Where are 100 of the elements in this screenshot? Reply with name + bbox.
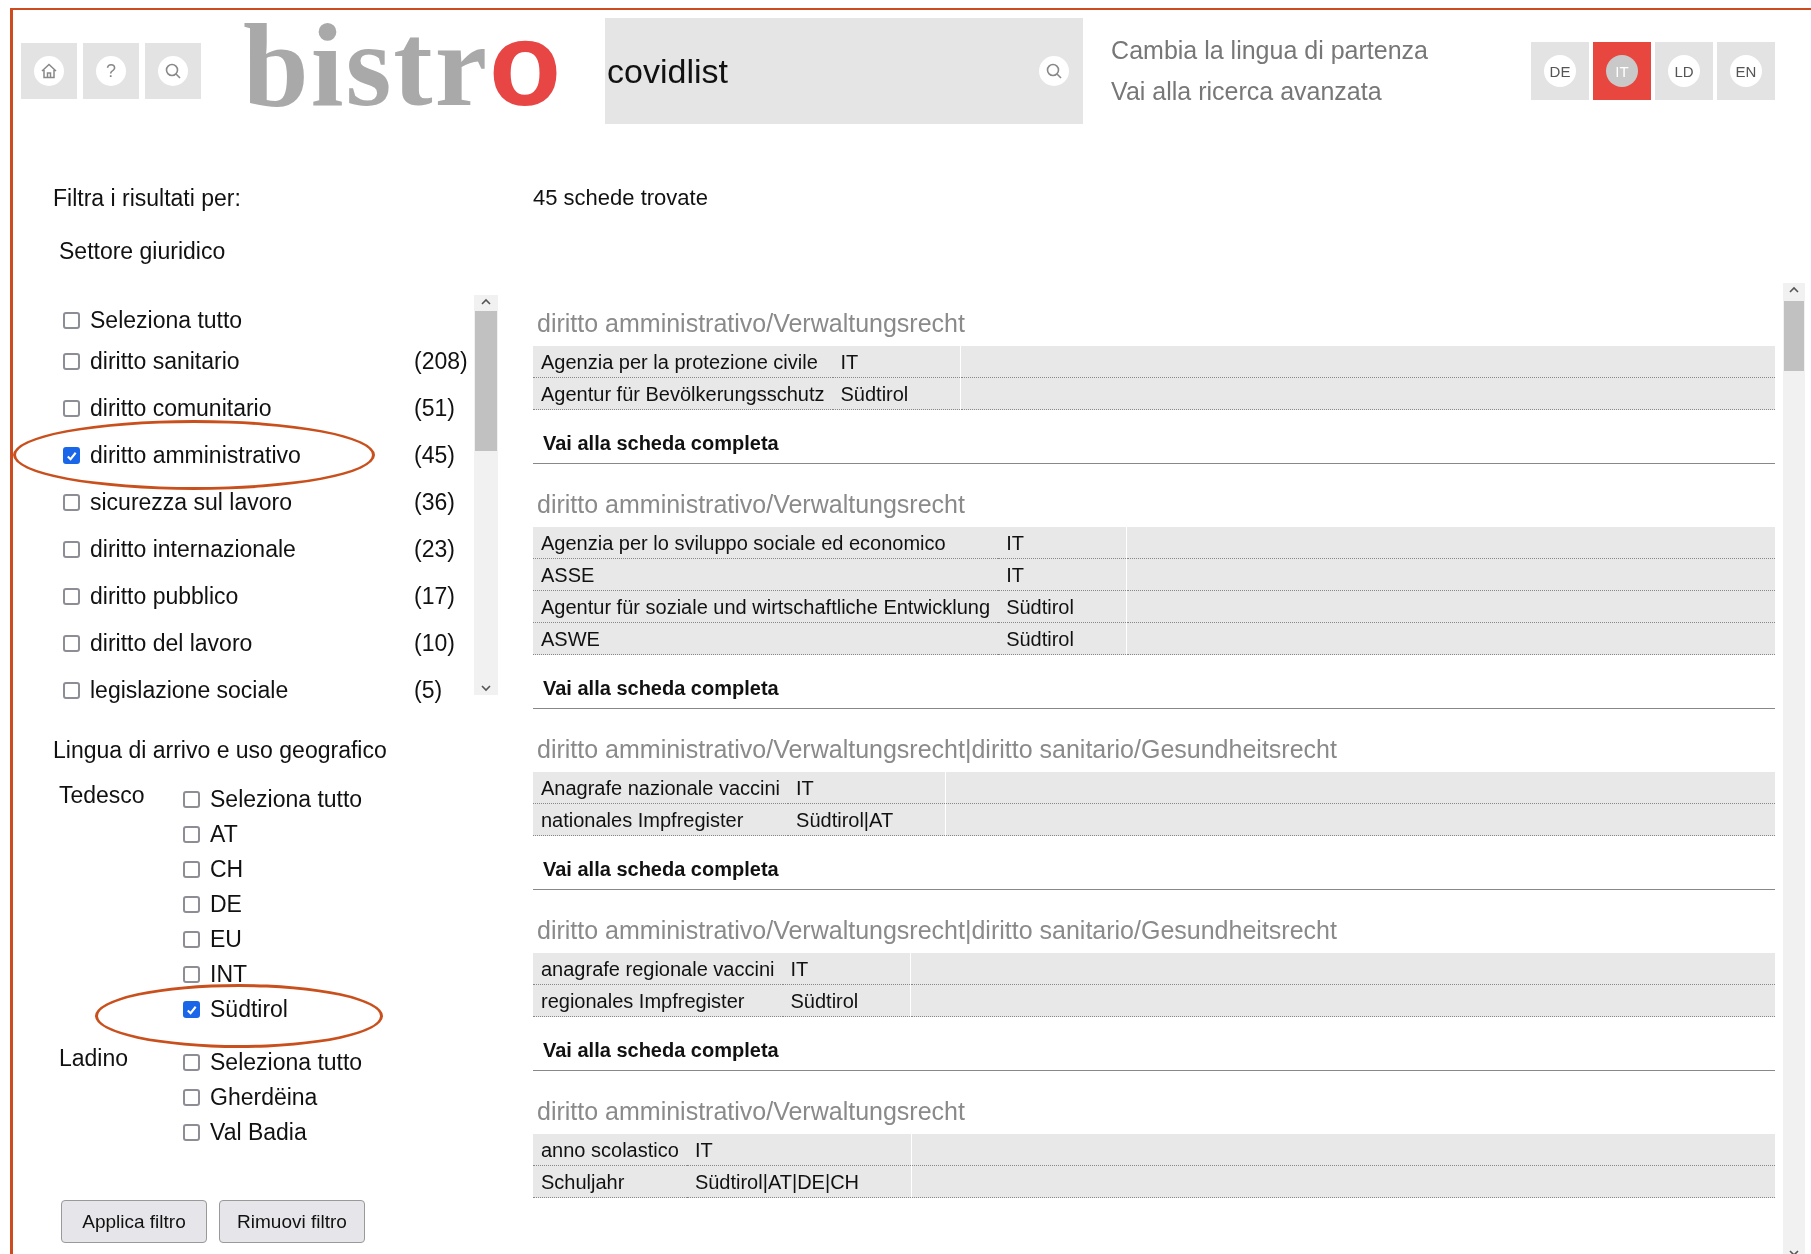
table-cell: Südtirol <box>998 590 1127 623</box>
checkbox[interactable] <box>63 635 80 652</box>
filter-label[interactable]: Seleziona tutto <box>210 1049 363 1076</box>
scroll-thumb[interactable] <box>475 311 497 451</box>
filter-label[interactable]: Val Badia <box>210 1119 363 1146</box>
filter-button[interactable]: Rimuovi filtro <box>219 1200 365 1243</box>
filter-button[interactable]: Applica filtro <box>61 1200 207 1243</box>
checkbox[interactable] <box>63 447 80 464</box>
filter-label[interactable]: diritto sanitario <box>90 348 414 375</box>
table-cell: IT <box>998 527 1127 559</box>
domain-title: diritto amministrativo/Verwaltungsrecht|diritto sanitario/Gesundheitsrecht <box>537 916 1338 945</box>
filter-label[interactable]: diritto internazionale <box>90 536 414 563</box>
count-label: (17) <box>414 583 456 610</box>
language-label: Tedesco <box>59 782 145 808</box>
checkbox[interactable] <box>183 1054 200 1071</box>
table-cell: Agenzia per lo sviluppo sociale ed economico <box>533 527 999 559</box>
checkbox[interactable] <box>63 312 80 329</box>
filter-label[interactable]: Südtirol <box>210 996 363 1023</box>
table-cell: regionales Impfregister <box>533 984 783 1017</box>
table-cell: Anagrafe nazionale vaccini <box>533 772 789 804</box>
domain-title: diritto amministrativo/Verwaltungsrecht <box>537 309 966 338</box>
checkbox[interactable] <box>183 791 200 808</box>
table-cell: IT <box>998 558 1127 591</box>
entry-link[interactable]: Vai alla scheda completa <box>543 677 779 699</box>
home-icon <box>40 62 58 80</box>
table-cell: Südtirol <box>782 984 911 1017</box>
search-field[interactable]: covidlist <box>605 18 1084 124</box>
scroll-thumb[interactable] <box>1784 301 1804 371</box>
scrollbar[interactable] <box>474 295 498 695</box>
filter-heading: Filtra i risultati per: <box>53 185 242 212</box>
checkbox[interactable] <box>63 494 80 511</box>
language-button[interactable]: LD <box>1655 42 1713 100</box>
language-button[interactable]: EN <box>1717 42 1775 100</box>
language-button[interactable]: DE <box>1531 42 1589 100</box>
count-label: (23) <box>414 536 456 563</box>
domain-title: diritto amministrativo/Verwaltungsrecht|diritto sanitario/Gesundheitsrecht <box>537 735 1338 764</box>
table-cell: Schuljahr <box>533 1165 687 1198</box>
filter-label[interactable]: INT <box>210 961 363 988</box>
domain-title: diritto amministrativo/Verwaltungsrecht <box>537 490 966 519</box>
count-label: (51) <box>414 395 456 422</box>
checkbox[interactable] <box>63 541 80 558</box>
table-cell: Agentur für soziale und wirtschaftliche Entwicklung <box>533 590 999 623</box>
search-icon <box>1045 62 1064 80</box>
language-label: Ladino <box>59 1045 129 1071</box>
home-button[interactable] <box>21 43 77 99</box>
help-button[interactable]: ? <box>83 43 139 99</box>
entry-link[interactable]: Vai alla scheda completa <box>543 1039 779 1061</box>
table-cell: IT <box>832 346 961 378</box>
checkbox[interactable] <box>63 588 80 605</box>
count-label: (10) <box>414 630 456 657</box>
table-cell: Agenzia per la protezione civile <box>533 346 833 378</box>
filter-label[interactable]: DE <box>210 891 363 918</box>
table-cell: ASWE <box>533 622 999 655</box>
table-cell: anno scolastico <box>533 1134 687 1166</box>
count-label: (5) <box>414 677 444 704</box>
scrollbar[interactable] <box>1783 283 1805 1254</box>
table-cell: ASSE <box>533 558 999 591</box>
filter-label[interactable]: diritto pubblico <box>90 583 414 610</box>
section-title: Lingua di arrivo e uso geografico <box>53 737 388 764</box>
table-cell: Südtirol|AT <box>788 803 946 836</box>
filter-label[interactable]: Gherdëina <box>210 1084 363 1111</box>
filter-label[interactable]: sicurezza sul lavoro <box>90 489 414 516</box>
filter-label[interactable]: diritto comunitario <box>90 395 414 422</box>
table-cell: nationales Impfregister <box>533 803 789 836</box>
help-icon: ? <box>106 60 116 82</box>
checkbox[interactable] <box>63 353 80 370</box>
filter-label[interactable]: Seleziona tutto <box>210 786 363 813</box>
header-link[interactable]: Vai alla ricerca avanzata <box>1111 77 1382 106</box>
table-cell: anagrafe regionale vaccini <box>533 953 783 985</box>
table-cell: Südtirol|AT|DE|CH <box>686 1165 912 1198</box>
table-cell: IT <box>782 953 911 985</box>
header-link[interactable]: Cambia la lingua di partenza <box>1111 36 1428 65</box>
checkbox[interactable] <box>63 682 80 699</box>
result-count: 45 schede trovate <box>533 185 708 210</box>
entry-link[interactable]: Vai alla scheda completa <box>543 432 779 454</box>
table-cell: IT <box>686 1134 912 1166</box>
table-cell: Südtirol <box>832 377 961 410</box>
count-label: (208) <box>414 348 469 375</box>
entry-link[interactable]: Vai alla scheda completa <box>543 858 779 880</box>
logo[interactable]: bistro <box>243 5 564 125</box>
checkbox[interactable] <box>183 1001 200 1018</box>
table-cell: Südtirol <box>998 622 1127 655</box>
checkbox[interactable] <box>183 861 200 878</box>
checkbox[interactable] <box>183 896 200 913</box>
checkbox[interactable] <box>183 1124 200 1141</box>
filter-label[interactable]: diritto del lavoro <box>90 630 414 657</box>
filter-label[interactable]: AT <box>210 821 363 848</box>
count-label: (36) <box>414 489 456 516</box>
checkbox[interactable] <box>183 826 200 843</box>
section-title: Settore giuridico <box>59 238 227 265</box>
filter-label[interactable]: diritto amministrativo <box>90 442 414 469</box>
filter-label[interactable]: Seleziona tutto <box>90 307 474 334</box>
checkbox[interactable] <box>63 400 80 417</box>
filter-label[interactable]: legislazione sociale <box>90 677 414 704</box>
filter-label[interactable]: CH <box>210 856 363 883</box>
checkbox[interactable] <box>183 966 200 983</box>
search-icon <box>164 62 182 80</box>
filter-label[interactable]: EU <box>210 926 363 953</box>
checkbox[interactable] <box>183 1089 200 1106</box>
checkbox[interactable] <box>183 931 200 948</box>
